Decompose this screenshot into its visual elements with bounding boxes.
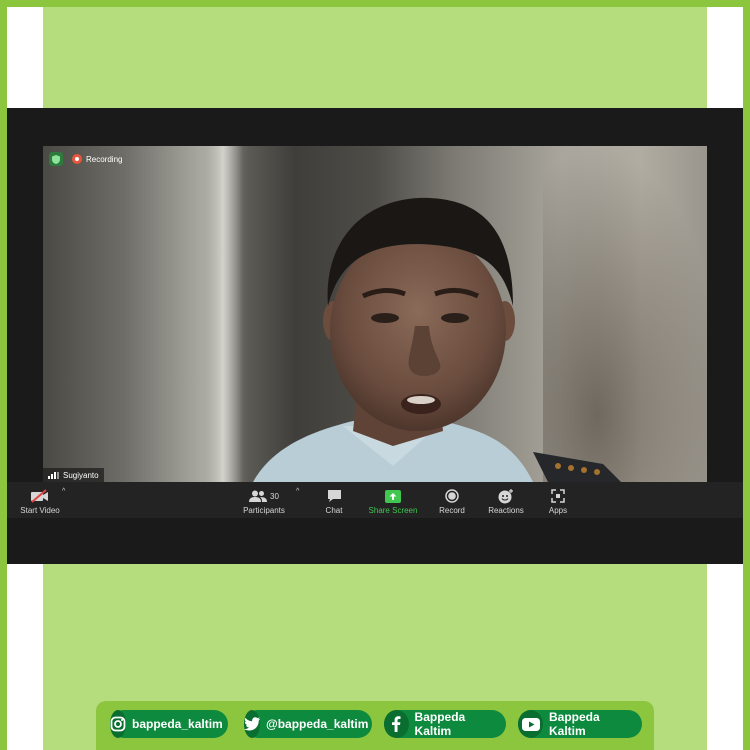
share-screen-button[interactable]: Share Screen [365,482,421,518]
video-off-icon [30,488,50,504]
meeting-toolbar: Start Video ^ 30 Participants ^ Chat Sha… [7,482,743,518]
security-shield-icon[interactable] [49,152,63,166]
share-screen-icon [385,488,401,504]
participants-button[interactable]: 30 Participants [239,482,289,518]
recording-indicator[interactable]: Recording [72,151,122,167]
participants-label: Participants [243,506,285,515]
recording-label: Recording [86,154,123,164]
youtube-link[interactable]: Bappeda Kaltim [518,710,642,738]
start-video-label: Start Video [20,506,60,515]
facebook-page: Bappeda Kaltim [414,710,466,738]
twitter-link[interactable]: @bappeda_kaltim [244,710,372,738]
apps-icon [551,488,565,504]
participants-count: 30 [270,491,279,501]
instagram-icon [110,710,126,738]
reactions-icon [498,488,514,504]
instagram-handle: bappeda_kaltim [132,717,223,731]
recording-icon [72,154,82,164]
chat-label: Chat [325,506,343,515]
participant-name: Sugiyanto [63,470,99,480]
signal-bars-icon [48,471,59,479]
participant-name-tag: Sugiyanto [43,468,104,482]
video-feed: Recording Sugiyanto [43,146,707,482]
youtube-channel: Bappeda Kaltim [549,710,600,738]
instagram-link[interactable]: bappeda_kaltim [110,710,228,738]
social-media-bar: bappeda_kaltim @bappeda_kaltim Bappeda K… [96,701,654,750]
chat-icon [327,488,342,504]
apps-button[interactable]: Apps [543,482,573,518]
zoom-window: Recording Sugiyanto Start Video ^ 30 Par… [7,108,743,564]
facebook-link[interactable]: Bappeda Kaltim [384,710,506,738]
reactions-button[interactable]: Reactions [485,482,527,518]
record-button[interactable]: Record [435,482,469,518]
facebook-icon [384,710,409,738]
apps-label: Apps [548,506,568,515]
twitter-handle: @bappeda_kaltim [266,717,369,731]
participants-icon [249,490,268,502]
record-icon [445,488,459,504]
video-options-caret[interactable]: ^ [62,488,65,495]
record-label: Record [439,506,465,515]
participants-options-caret[interactable]: ^ [296,488,299,495]
reactions-label: Reactions [488,506,524,515]
participants-icon-group: 30 [249,488,279,504]
chat-button[interactable]: Chat [317,482,351,518]
share-screen-label: Share Screen [368,506,418,515]
start-video-button[interactable]: Start Video [15,482,65,518]
youtube-icon [518,710,543,738]
twitter-icon [244,710,260,738]
speaker-video [253,197,621,482]
